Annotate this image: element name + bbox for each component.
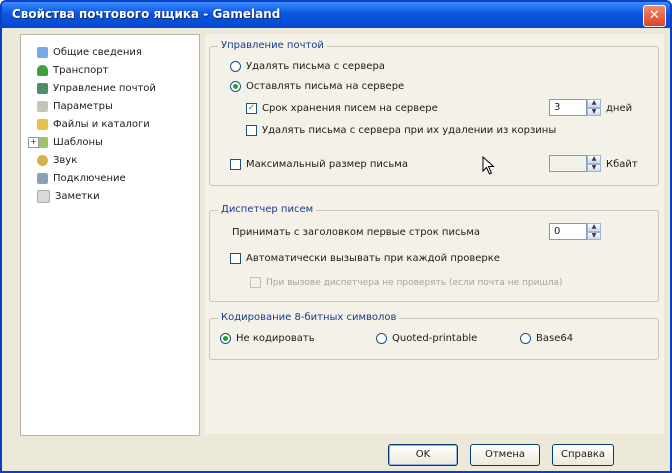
settings-tree: Общие сведения Транспорт Управление почт… [20, 34, 200, 436]
help-button[interactable]: Справка [552, 444, 614, 466]
radio-button-selected[interactable] [230, 81, 241, 92]
settings-panel: Управление почтой Удалять письма с серве… [205, 34, 664, 434]
tree-item-label: Шаблоны [53, 137, 103, 148]
spinner-value[interactable]: 0 [549, 223, 587, 240]
radio-label: Не кодировать [236, 333, 315, 344]
checkbox-storage-period[interactable]: ✓ Срок хранения писем на сервере [246, 103, 438, 114]
ok-button[interactable]: OK [388, 444, 458, 466]
storage-days-spinner[interactable]: 3 ▲ ▼ [549, 99, 601, 116]
tree-item-label: Управление почтой [53, 83, 156, 94]
checkbox-label: Автоматически вызывать при каждой провер… [246, 253, 500, 264]
tree-item-label: Звук [53, 155, 78, 166]
checkbox-label: Максимальный размер письма [246, 159, 408, 170]
mouse-cursor-icon [482, 156, 495, 175]
cancel-button[interactable]: Отмена [470, 444, 540, 466]
tree-item-label: Параметры [53, 101, 113, 112]
tree-item-connection[interactable]: Подключение [37, 171, 126, 186]
mail-management-group: Управление почтой Удалять письма с серве… [209, 40, 659, 186]
checkbox-delete-from-trash[interactable]: Удалять письма с сервера при их удалении… [246, 125, 556, 136]
radio-label: Quoted-printable [392, 333, 478, 344]
receive-lines-spinner[interactable]: 0 ▲ ▼ [549, 223, 601, 240]
radio-button-selected[interactable] [220, 333, 231, 344]
spin-up-icon[interactable]: ▲ [587, 99, 601, 108]
tree-item-files[interactable]: Файлы и каталоги [37, 117, 150, 132]
group-legend: Кодирование 8-битных символов [218, 312, 400, 323]
tree-item-label: Файлы и каталоги [53, 119, 150, 130]
group-legend: Диспетчер писем [218, 204, 317, 215]
spin-up-icon[interactable]: ▲ [587, 223, 601, 232]
checkbox-label: Удалять письма с сервера при их удалении… [262, 125, 557, 136]
checkbox[interactable] [246, 125, 257, 136]
checkbox[interactable] [230, 159, 241, 170]
radio-label: Удалять письма с сервера [246, 61, 385, 72]
radio-keep-on-server[interactable]: Оставлять письма на сервере [230, 81, 404, 92]
max-size-spinner[interactable]: ▲ ▼ [549, 155, 601, 172]
checkbox-auto-call[interactable]: Автоматически вызывать при каждой провер… [230, 253, 500, 264]
transport-icon [37, 65, 48, 76]
checkbox-checked[interactable]: ✓ [246, 103, 257, 114]
close-button[interactable]: ✕ [643, 5, 666, 27]
storage-unit: дней [606, 103, 633, 114]
radio-button[interactable] [520, 333, 531, 344]
spin-down-icon[interactable]: ▼ [587, 107, 601, 116]
mail-management-icon [37, 83, 48, 94]
radio-delete-from-server[interactable]: Удалять письма с сервера [230, 61, 385, 72]
receive-lines-text: Принимать с заголовком первые строк пись… [232, 227, 481, 238]
parameters-icon [37, 101, 48, 112]
spin-up-icon[interactable]: ▲ [587, 155, 601, 164]
radio-quoted-printable[interactable]: Quoted-printable [376, 333, 477, 344]
checkbox-max-size[interactable]: Максимальный размер письма [230, 159, 408, 170]
checkbox-label: Срок хранения писем на сервере [262, 103, 438, 114]
info-icon [37, 47, 48, 58]
checkbox-label: При вызове диспетчера не проверять (если… [266, 277, 563, 288]
sound-icon [37, 155, 48, 166]
tree-item-label: Заметки [55, 191, 100, 202]
encoding-group: Кодирование 8-битных символов Не кодиров… [209, 312, 659, 360]
radio-base64[interactable]: Base64 [520, 333, 573, 344]
radio-label: Оставлять письма на сервере [246, 81, 405, 92]
radio-button[interactable] [230, 61, 241, 72]
spin-down-icon[interactable]: ▼ [587, 231, 601, 240]
expand-icon[interactable]: + [28, 137, 39, 148]
tree-item-parameters[interactable]: Параметры [37, 99, 113, 114]
title-bar[interactable]: Свойства почтового ящика - Gameland ✕ [2, 2, 670, 28]
checkbox-disabled-option: При вызове диспетчера не проверять (если… [250, 277, 563, 288]
radio-no-encoding[interactable]: Не кодировать [220, 333, 315, 344]
tree-item-label: Подключение [53, 173, 126, 184]
receive-lines-label: Принимать с заголовком первые строк пись… [232, 227, 480, 238]
spinner-value[interactable] [549, 155, 587, 172]
folder-icon [37, 119, 48, 130]
checkbox-disabled [250, 277, 261, 288]
notes-icon [37, 190, 50, 203]
connection-icon [37, 173, 48, 184]
tree-item-sound[interactable]: Звук [37, 153, 77, 168]
window-title: Свойства почтового ящика - Gameland [12, 7, 281, 21]
tree-item-mail-management[interactable]: Управление почтой [37, 81, 156, 96]
max-size-unit: Кбайт [606, 159, 638, 170]
tree-item-transport[interactable]: Транспорт [37, 63, 108, 78]
tree-item-label: Транспорт [53, 65, 109, 76]
spin-down-icon[interactable]: ▼ [587, 163, 601, 172]
tree-item-templates[interactable]: + Шаблоны [28, 135, 103, 150]
tree-item-notes[interactable]: Заметки [37, 189, 100, 204]
radio-label: Base64 [536, 333, 574, 344]
spinner-value[interactable]: 3 [549, 99, 587, 116]
group-legend: Управление почтой [218, 40, 327, 51]
tree-item-general[interactable]: Общие сведения [37, 45, 142, 60]
dispatcher-group: Диспетчер писем Принимать с заголовком п… [209, 204, 659, 302]
tree-item-label: Общие сведения [53, 47, 142, 58]
properties-dialog: Свойства почтового ящика - Gameland ✕ Об… [0, 0, 672, 473]
radio-button[interactable] [376, 333, 387, 344]
checkbox[interactable] [230, 253, 241, 264]
